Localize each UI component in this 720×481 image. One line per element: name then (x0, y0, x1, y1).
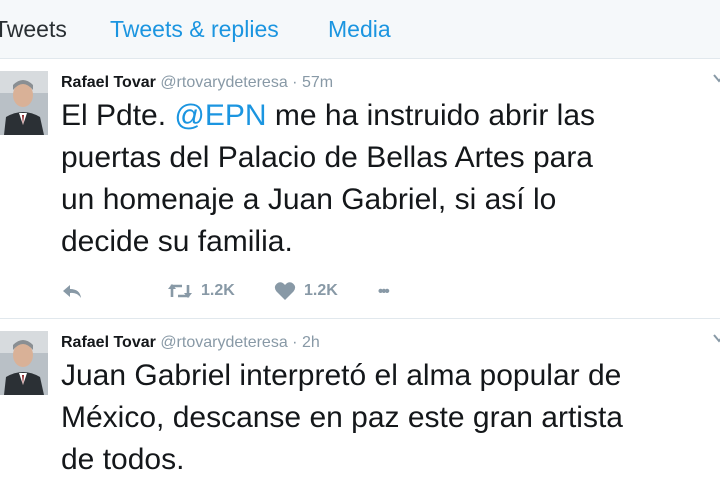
tweet-timestamp[interactable]: 2h (302, 334, 320, 351)
heart-icon (274, 282, 296, 300)
tweet-text: Juan Gabriel interpretó el alma popular … (61, 359, 623, 476)
retweet-count: 1.2K (201, 282, 235, 299)
separator-dot: · (292, 334, 298, 351)
chevron-down-icon[interactable] (712, 331, 720, 345)
tab-media[interactable]: Media (328, 15, 391, 43)
avatar-photo-icon (0, 331, 48, 395)
retweet-button[interactable]: 1.2K (167, 277, 235, 305)
tab-tweets[interactable]: Tweets (0, 15, 67, 43)
tweet-timestamp[interactable]: 57m (302, 74, 333, 91)
author-handle[interactable]: @rtovarydeteresa (160, 74, 287, 91)
tab-tweets-and-replies[interactable]: Tweets & replies (110, 15, 279, 43)
reply-icon (63, 285, 81, 298)
chevron-down-icon[interactable] (712, 71, 720, 85)
like-button[interactable]: 1.2K (274, 277, 338, 305)
avatar-photo-icon (0, 71, 48, 135)
author-name[interactable]: Rafael Tovar (61, 334, 156, 351)
author-handle[interactable]: @rtovarydeteresa (160, 334, 287, 351)
tweet-text: El Pdte. @EPN me ha instruido abrir las … (61, 95, 720, 263)
avatar[interactable] (0, 331, 48, 395)
separator-dot: · (292, 74, 298, 91)
tweet-text-start: El Pdte. (61, 99, 175, 132)
author-name[interactable]: Rafael Tovar (61, 74, 156, 91)
mention-link[interactable]: @EPN (174, 99, 266, 132)
profile-tabs: Tweets Tweets & replies Media (0, 0, 720, 59)
retweet-icon (168, 284, 192, 298)
more-icon: ••• (378, 282, 390, 300)
reply-button[interactable] (61, 277, 83, 305)
more-options-button[interactable]: ••• (378, 277, 390, 305)
tweet-header: Rafael Tovar @rtovarydeteresa · 57m (61, 73, 333, 93)
avatar[interactable] (0, 71, 48, 135)
tweet-header: Rafael Tovar @rtovarydeteresa · 2h (61, 333, 320, 353)
like-count: 1.2K (304, 282, 338, 299)
tweet[interactable]: Rafael Tovar @rtovarydeteresa · 2h Juan … (0, 319, 720, 480)
tweet[interactable]: Rafael Tovar @rtovarydeteresa · 57m El P… (0, 59, 720, 319)
